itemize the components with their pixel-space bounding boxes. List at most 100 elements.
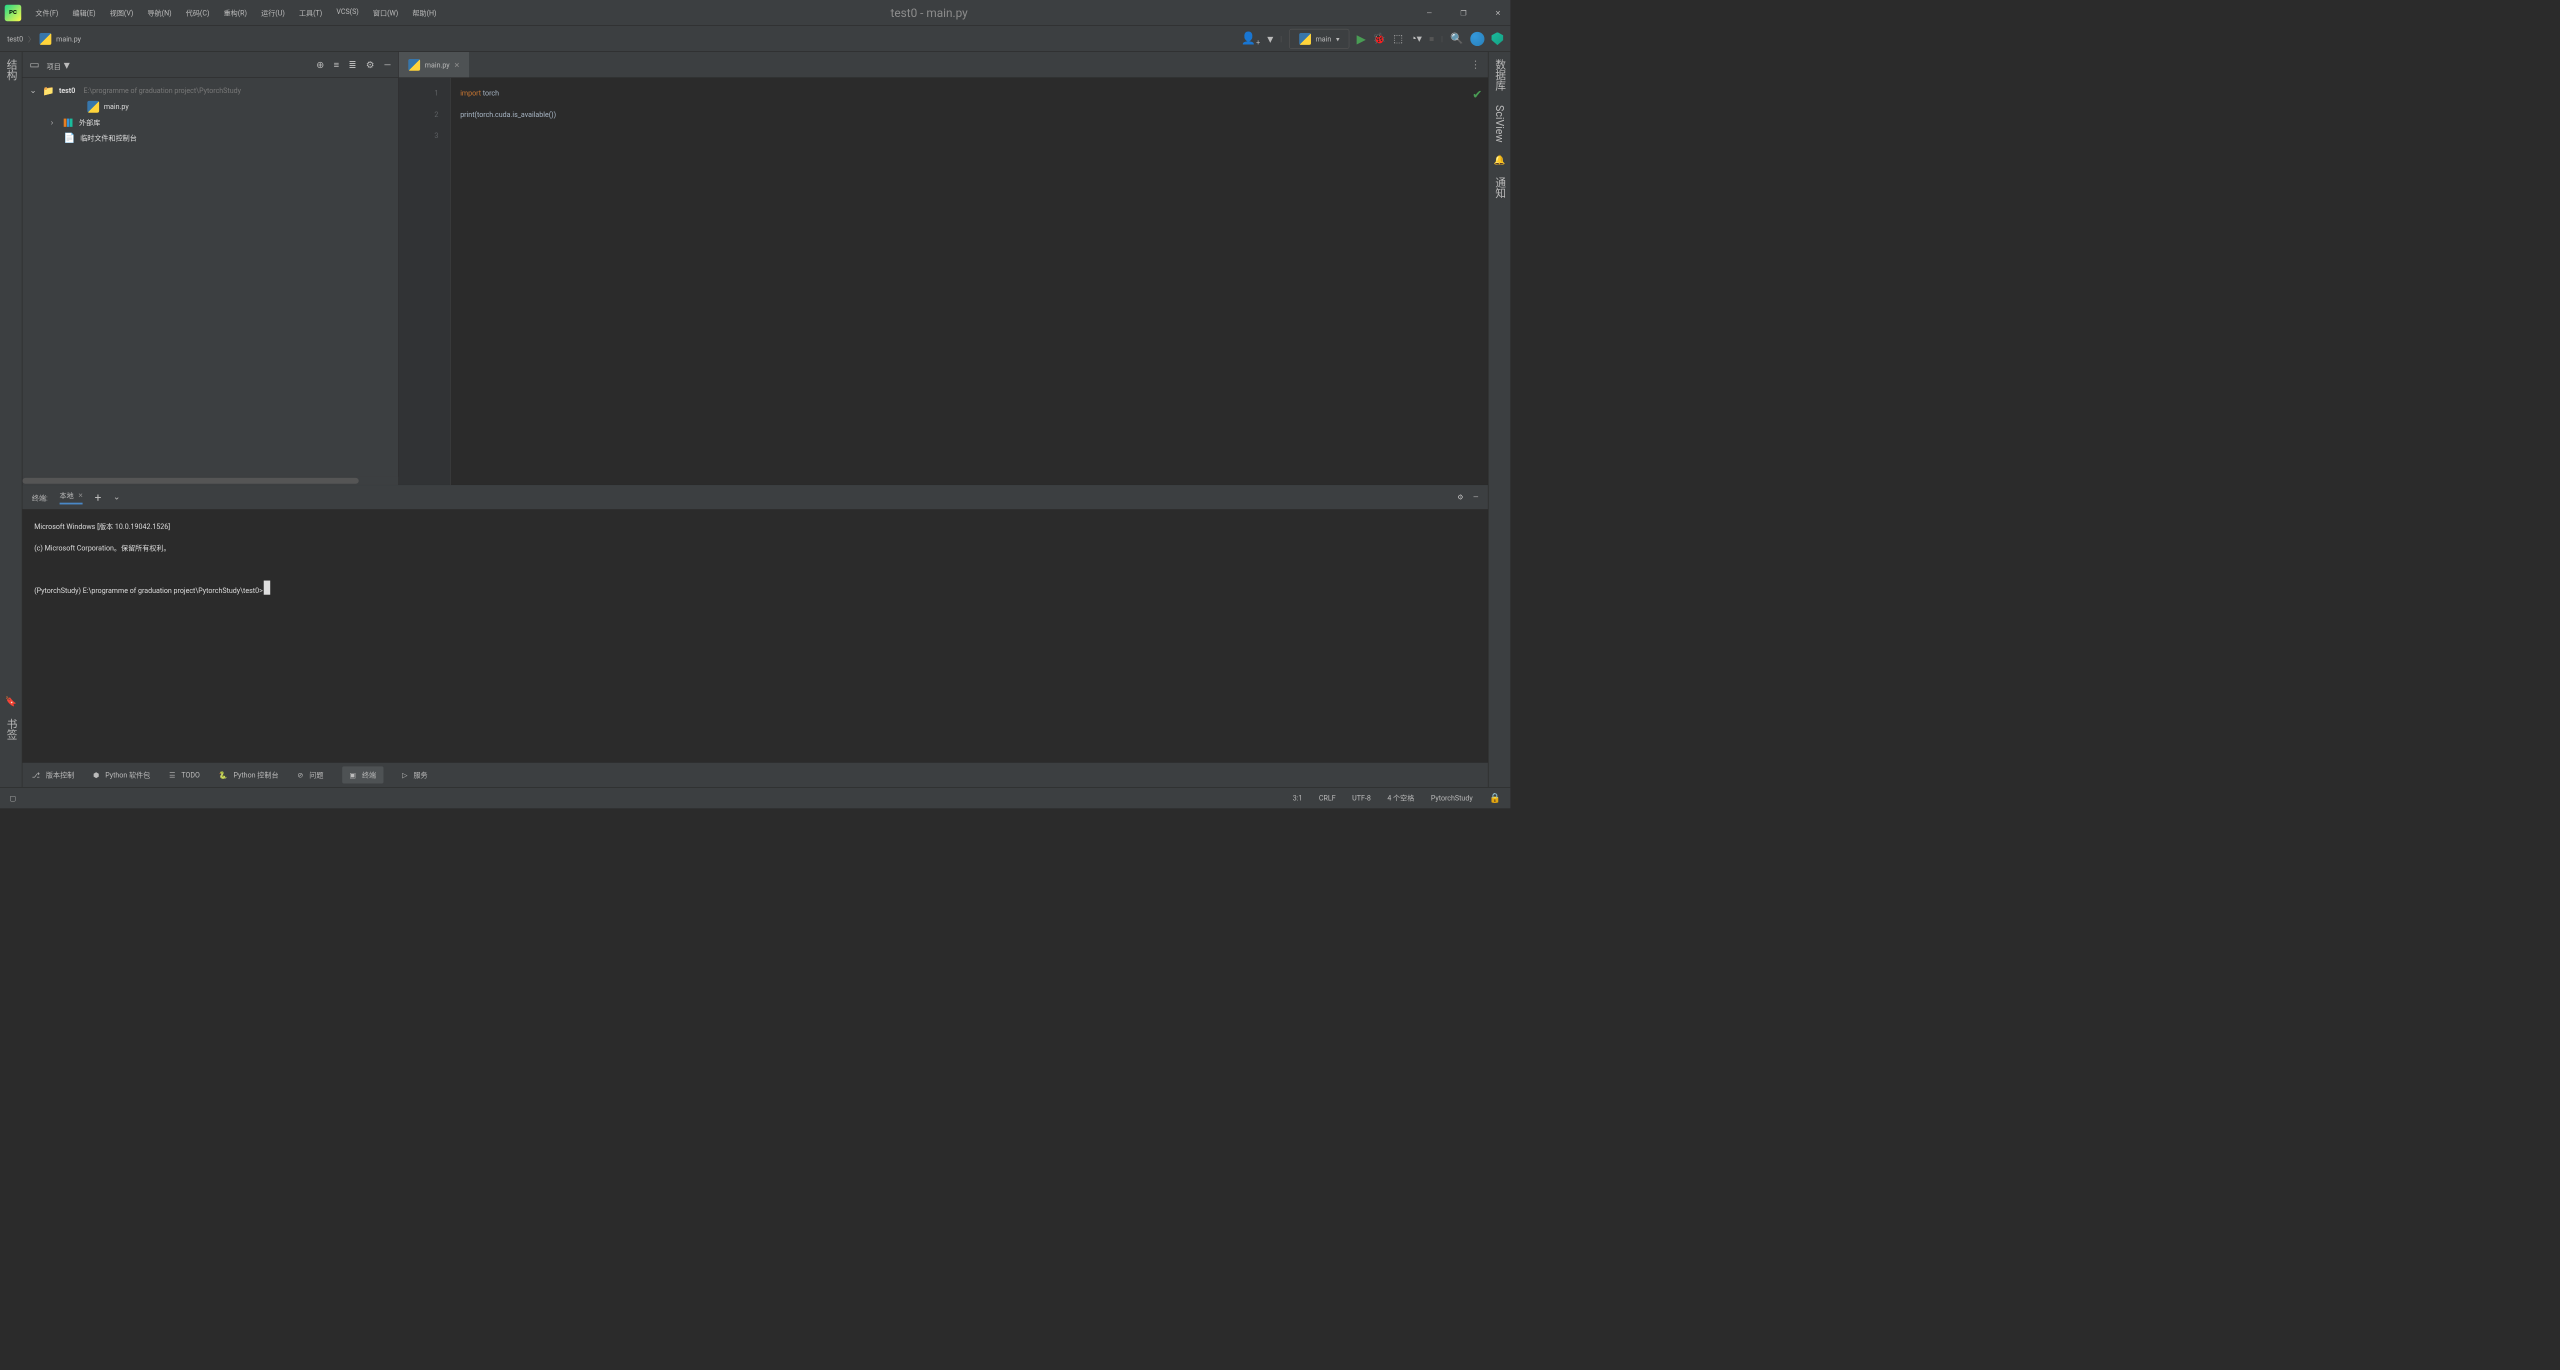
status-position[interactable]: 3:1 xyxy=(1293,794,1303,802)
titlebar: PC 文件(F) 编辑(E) 视图(V) 导航(N) 代码(C) 重构(R) 运… xyxy=(0,0,1510,26)
gear-icon[interactable]: ⚙ xyxy=(366,59,374,71)
run-config-selector[interactable]: main ▾ xyxy=(1289,29,1350,49)
tree-file-name: main.py xyxy=(104,103,129,111)
bottom-tab-problems[interactable]: ⊘问题 xyxy=(297,770,323,780)
status-encoding[interactable]: UTF-8 xyxy=(1352,794,1371,802)
nav-right: 👤+ ▾ | main ▾ ▶ 🐞 ⬚ ◔▾ ■ | 🔍 xyxy=(1241,29,1503,49)
tree-scratch-name: 临时文件和控制台 xyxy=(80,133,137,143)
profiler-icon[interactable]: ◔▾ xyxy=(1410,32,1422,44)
terminal-title: 终端: xyxy=(32,492,48,502)
bottom-tab-packages[interactable]: ⬢Python 软件包 xyxy=(93,770,150,780)
editor-tabs: main.py × ⋮ xyxy=(399,52,1488,78)
status-indent[interactable]: 4 个空格 xyxy=(1387,793,1414,803)
minimize-icon[interactable]: — xyxy=(1422,6,1437,19)
right-gutter-sciview[interactable]: SciView xyxy=(1491,103,1508,145)
coverage-icon[interactable]: ⬚ xyxy=(1393,32,1403,44)
menu-code[interactable]: 代码(C) xyxy=(186,8,210,18)
search-icon[interactable]: 🔍 xyxy=(1450,32,1463,44)
line-numbers: 1 2 3 xyxy=(399,78,451,485)
status-interpreter[interactable]: PytorchStudy xyxy=(1431,794,1473,802)
bottom-tab-vcs[interactable]: ⎇版本控制 xyxy=(32,770,74,780)
tree-root-path: E:\programme of graduation project\Pytor… xyxy=(84,86,241,94)
tree-root-name: test0 xyxy=(59,86,75,94)
maximize-icon[interactable]: ❐ xyxy=(1456,6,1472,19)
bottom-tab-services[interactable]: ▷服务 xyxy=(402,770,428,780)
menu-navigate[interactable]: 导航(N) xyxy=(147,8,171,18)
menu-view[interactable]: 视图(V) xyxy=(110,8,134,18)
app-logo-icon: PC xyxy=(5,4,22,21)
chevron-down-icon[interactable]: ⌄ xyxy=(113,493,120,502)
tree-scratch[interactable]: › 📄 临时文件和控制台 xyxy=(22,130,398,146)
python-file-icon xyxy=(408,59,420,71)
terminal-panel: 终端: 本地 × + ⌄ ⚙ — Microsoft Windows [版本 1… xyxy=(22,485,1488,762)
expand-icon[interactable]: ≡ xyxy=(334,59,340,71)
todo-icon: ☰ xyxy=(169,771,175,779)
right-gutter-database[interactable]: 数据库 xyxy=(1489,57,1509,94)
menu-refactor[interactable]: 重构(R) xyxy=(224,8,247,18)
debug-button[interactable]: 🐞 xyxy=(1373,32,1386,44)
menu-tools[interactable]: 工具(T) xyxy=(299,8,322,18)
stop-button[interactable]: ■ xyxy=(1429,34,1434,44)
collapse-icon[interactable]: ≣ xyxy=(349,59,357,71)
sidebar-title[interactable]: 项目 ▾ xyxy=(47,58,310,72)
status-bar: ▢ 3:1 CRLF UTF-8 4 个空格 PytorchStudy 🔒 xyxy=(0,787,1510,808)
folder-icon: 📁 xyxy=(42,85,54,96)
menu-help[interactable]: 帮助(H) xyxy=(412,8,436,18)
run-button[interactable]: ▶ xyxy=(1357,32,1366,46)
python-file-icon xyxy=(87,101,99,113)
hide-icon[interactable]: — xyxy=(1473,493,1479,501)
editor-tab[interactable]: main.py × xyxy=(399,52,469,77)
menu-file[interactable]: 文件(F) xyxy=(35,8,58,18)
branch-icon: ⎇ xyxy=(32,771,40,779)
code-editor[interactable]: 1 2 3 import torchprint(torch.cuda.is_av… xyxy=(399,78,1488,485)
chevron-down-icon[interactable]: ⌄ xyxy=(29,86,37,95)
menu-run[interactable]: 运行(U) xyxy=(261,8,285,18)
status-box-icon[interactable]: ▢ xyxy=(9,794,16,802)
navbar: test0 〉 main.py 👤+ ▾ | main ▾ ▶ 🐞 ⬚ ◔▾ ■… xyxy=(0,26,1510,52)
tab-actions-icon[interactable]: ⋮ xyxy=(1463,58,1488,70)
add-user-icon[interactable]: 👤+ xyxy=(1241,31,1260,47)
editor-area: main.py × ⋮ 1 2 3 import torchprint(torc… xyxy=(399,52,1488,485)
shield-icon[interactable] xyxy=(1492,32,1504,45)
terminal-tab[interactable]: 本地 × xyxy=(60,490,83,504)
center-column: ▭ 项目 ▾ ⊕ ≡ ≣ ⚙ — ⌄ 📁 test0 E:\ xyxy=(22,52,1488,787)
window-controls: — ❐ ✕ xyxy=(1422,6,1506,19)
bottom-tab-console[interactable]: 🐍Python 控制台 xyxy=(219,770,279,780)
tab-close-icon[interactable]: × xyxy=(454,59,459,70)
lock-icon[interactable]: 🔒 xyxy=(1489,792,1501,803)
sidebar-header: ▭ 项目 ▾ ⊕ ≡ ≣ ⚙ — xyxy=(22,52,398,78)
project-tree: ⌄ 📁 test0 E:\programme of graduation pro… xyxy=(22,78,398,151)
gear-icon[interactable]: ⚙ xyxy=(1457,493,1463,501)
terminal-icon: ▣ xyxy=(349,771,356,779)
inspection-ok-icon[interactable]: ✔ xyxy=(1472,84,1482,105)
bottom-tab-terminal[interactable]: ▣终端 xyxy=(342,766,383,783)
tree-file[interactable]: main.py xyxy=(22,99,398,116)
close-icon[interactable]: ✕ xyxy=(1490,6,1505,19)
menu-vcs[interactable]: VCS(S) xyxy=(336,8,358,18)
left-gutter-structure[interactable]: 结构 xyxy=(1,57,21,83)
terminal-content[interactable]: Microsoft Windows [版本 10.0.19042.1526](c… xyxy=(22,509,1488,762)
bell-icon[interactable]: 🔔 xyxy=(1494,154,1506,165)
code-content[interactable]: import torchprint(torch.cuda.is_availabl… xyxy=(451,78,566,485)
code-with-me-icon[interactable] xyxy=(1470,32,1484,46)
package-icon: ⬢ xyxy=(93,771,99,779)
chevron-down-icon[interactable]: ▾ xyxy=(1267,32,1273,46)
breadcrumb-root[interactable]: test0 xyxy=(7,35,23,43)
right-gutter-notify[interactable]: 通知 xyxy=(1489,175,1509,201)
status-crlf[interactable]: CRLF xyxy=(1319,794,1336,802)
terminal-add-icon[interactable]: + xyxy=(95,490,102,504)
left-gutter-bookmark[interactable]: 书签 xyxy=(1,716,21,742)
locate-icon[interactable]: ⊕ xyxy=(316,59,324,71)
menu-window[interactable]: 窗口(W) xyxy=(373,8,398,18)
menu-edit[interactable]: 编辑(E) xyxy=(73,8,96,18)
chevron-right-icon[interactable]: › xyxy=(51,118,59,127)
tree-libs[interactable]: › 外部库 xyxy=(22,115,398,130)
hide-icon[interactable]: — xyxy=(384,59,391,71)
bottom-tab-todo[interactable]: ☰TODO xyxy=(169,771,200,779)
breadcrumb-file[interactable]: main.py xyxy=(56,35,81,43)
sidebar-hscroll[interactable] xyxy=(22,477,398,485)
python-icon xyxy=(1299,33,1311,45)
terminal-tab-close-icon[interactable]: × xyxy=(78,491,82,500)
bookmark-icon[interactable]: 🔖 xyxy=(5,696,17,707)
tree-root[interactable]: ⌄ 📁 test0 E:\programme of graduation pro… xyxy=(22,83,398,99)
